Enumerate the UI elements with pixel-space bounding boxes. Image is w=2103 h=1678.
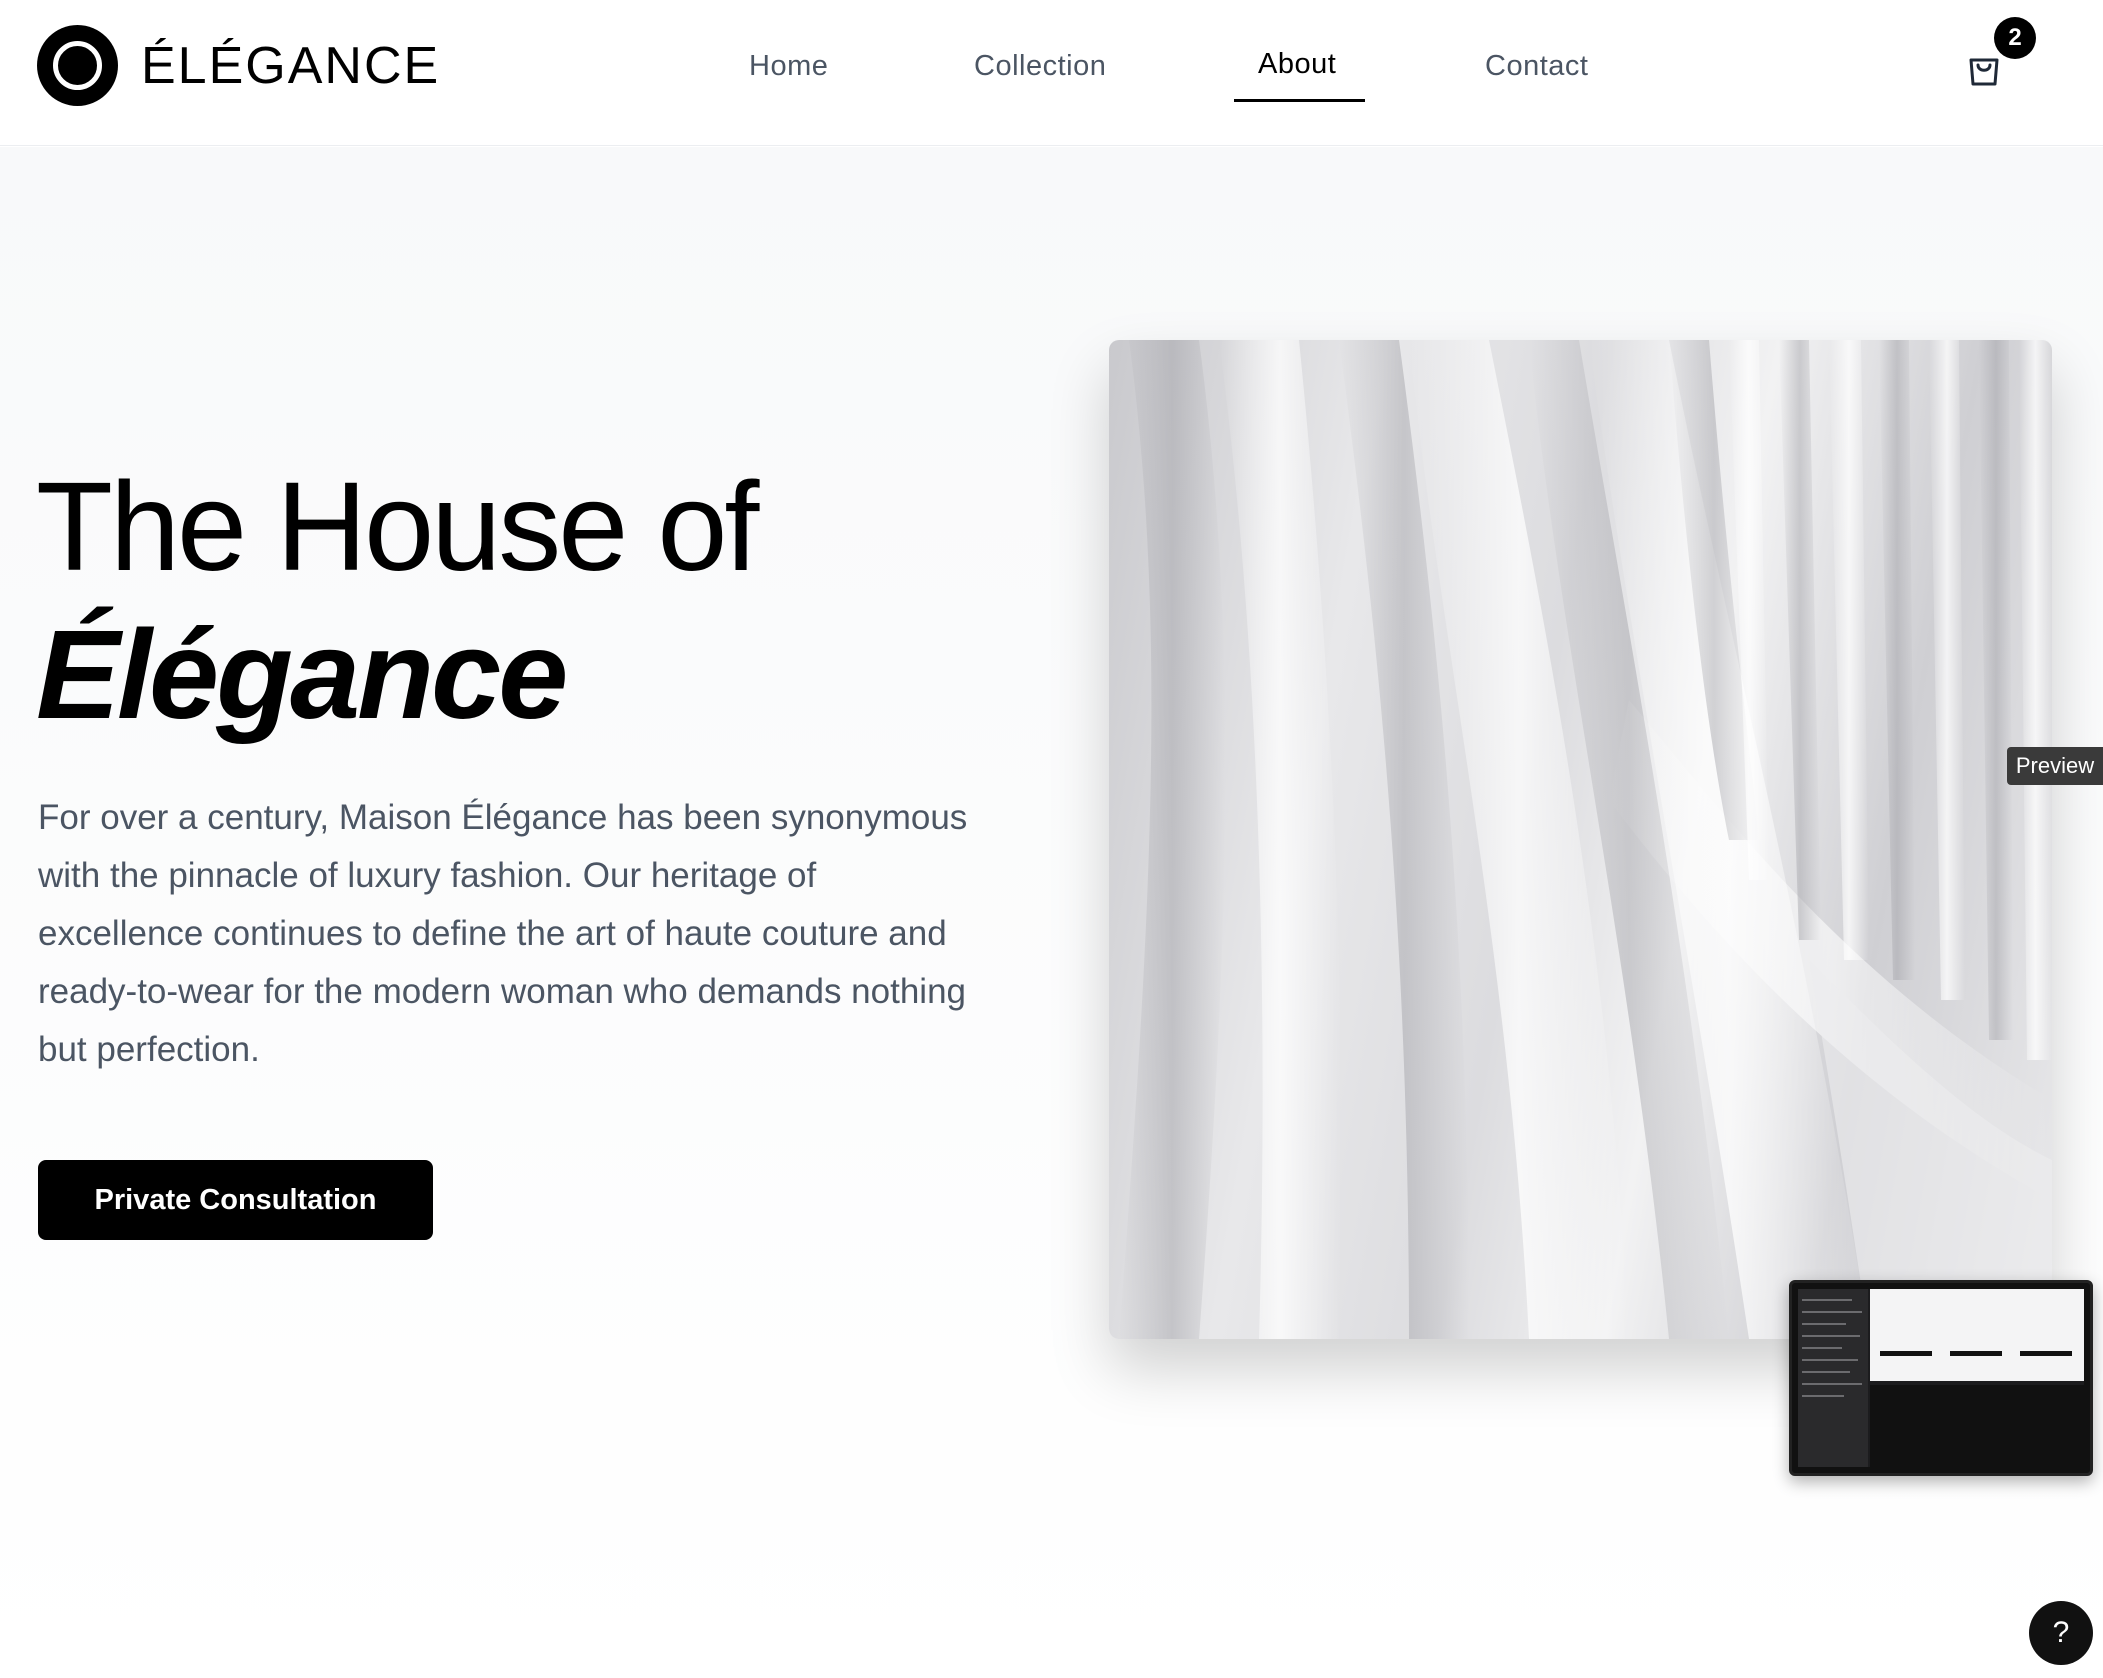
cart-button[interactable] xyxy=(1964,48,2004,88)
nav-link-about[interactable]: About xyxy=(1258,44,1336,84)
shopping-bag-icon xyxy=(1969,58,1999,86)
hero-description: For over a century, Maison Élégance has … xyxy=(38,798,968,1069)
hero-title: The House of xyxy=(36,456,759,597)
nav-link-home[interactable]: Home xyxy=(749,46,828,86)
hero-fabric-image xyxy=(1109,340,2052,1339)
brand-name[interactable]: ÉLÉGANCE xyxy=(141,36,440,96)
hero-title-italic: Élégance xyxy=(36,604,568,745)
nav-link-contact[interactable]: Contact xyxy=(1485,46,1588,86)
preview-tab[interactable]: Preview xyxy=(2007,747,2103,785)
cart-count-badge: 2 xyxy=(1994,17,2036,59)
site-header: ÉLÉGANCE Home Collection About Contact 2 xyxy=(0,0,2103,146)
help-button[interactable]: ? xyxy=(2029,1601,2093,1665)
logo-icon[interactable] xyxy=(37,25,118,106)
nav-link-collection[interactable]: Collection xyxy=(974,46,1106,86)
private-consultation-button[interactable]: Private Consultation xyxy=(38,1160,433,1240)
preview-thumbnail[interactable] xyxy=(1789,1280,2093,1476)
active-nav-indicator xyxy=(1234,99,1365,102)
